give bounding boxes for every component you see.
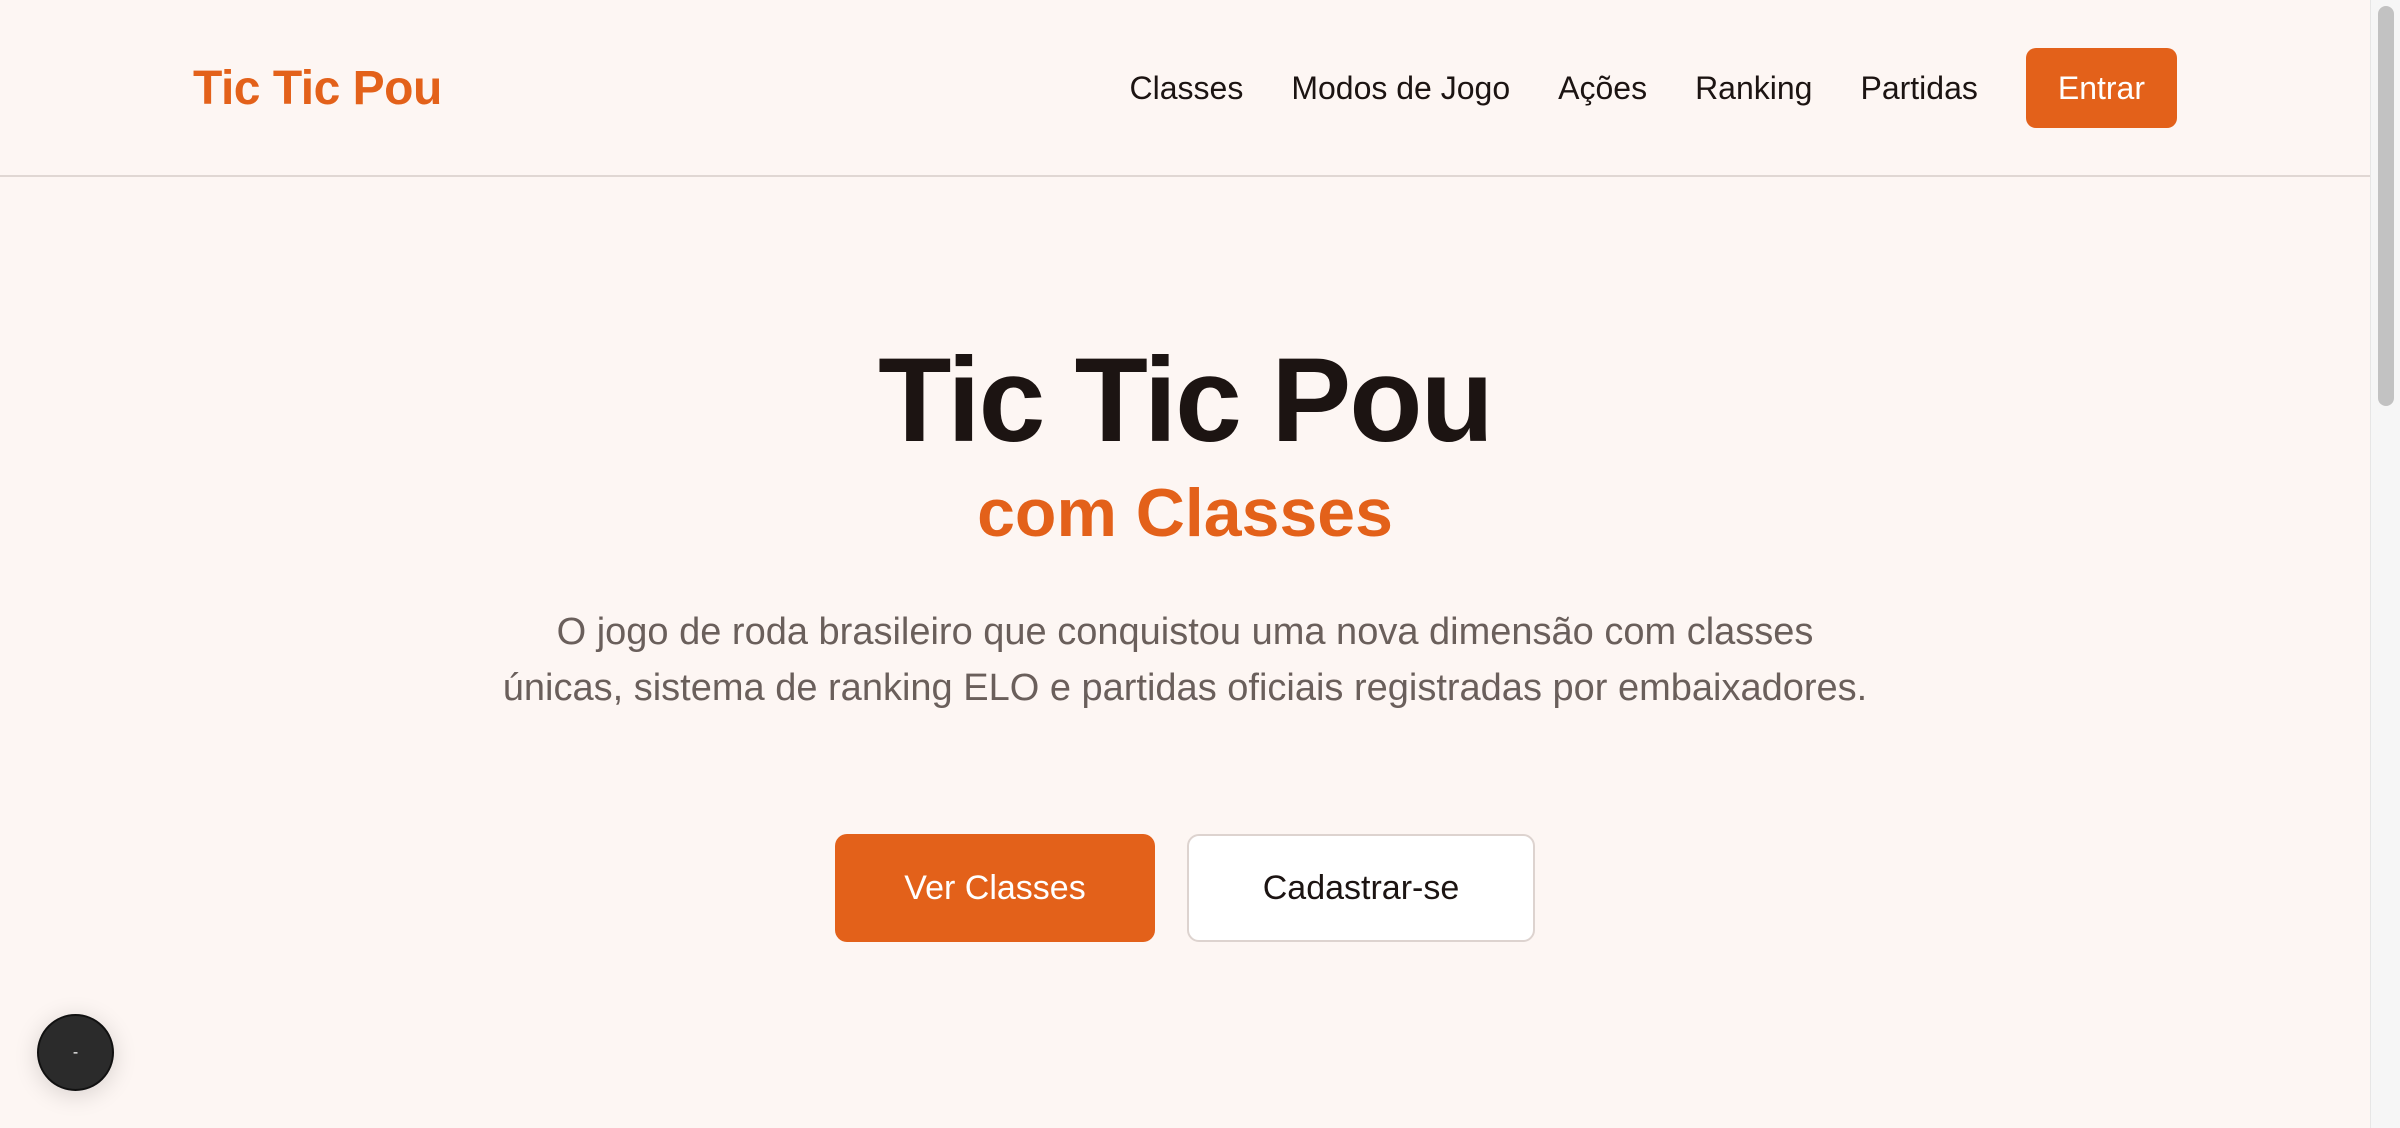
page: Tic Tic Pou Classes Modos de Jogo Ações …: [0, 0, 2400, 1128]
hero-description: O jogo de roda brasileiro que conquistou…: [502, 611, 1868, 709]
floating-widget-button[interactable]: -: [37, 1014, 114, 1091]
scrollbar-thumb[interactable]: [2378, 6, 2394, 406]
signup-button[interactable]: Cadastrar-se: [1187, 834, 1535, 942]
view-classes-button[interactable]: Ver Classes: [835, 834, 1155, 942]
hero-subtitle: com Classes: [977, 475, 1393, 551]
site-header: Tic Tic Pou Classes Modos de Jogo Ações …: [0, 0, 2370, 177]
main-nav: Classes Modos de Jogo Ações Ranking Part…: [1130, 48, 2177, 128]
nav-link-modos-de-jogo[interactable]: Modos de Jogo: [1291, 70, 1510, 107]
nav-link-ranking[interactable]: Ranking: [1695, 70, 1812, 107]
login-button[interactable]: Entrar: [2025, 48, 2177, 128]
hero-section: Tic Tic Pou com Classes O jogo de roda b…: [0, 179, 2370, 1128]
nav-link-classes[interactable]: Classes: [1130, 70, 1244, 107]
floating-widget-label: -: [72, 1043, 79, 1061]
page-scrollbar[interactable]: [2370, 0, 2400, 1128]
hero-title: Tic Tic Pou: [878, 333, 1494, 467]
hero-actions: Ver Classes Cadastrar-se: [0, 834, 2370, 942]
nav-link-partidas[interactable]: Partidas: [1860, 70, 1977, 107]
logo[interactable]: Tic Tic Pou: [193, 60, 442, 118]
nav-link-acoes[interactable]: Ações: [1558, 70, 1647, 107]
